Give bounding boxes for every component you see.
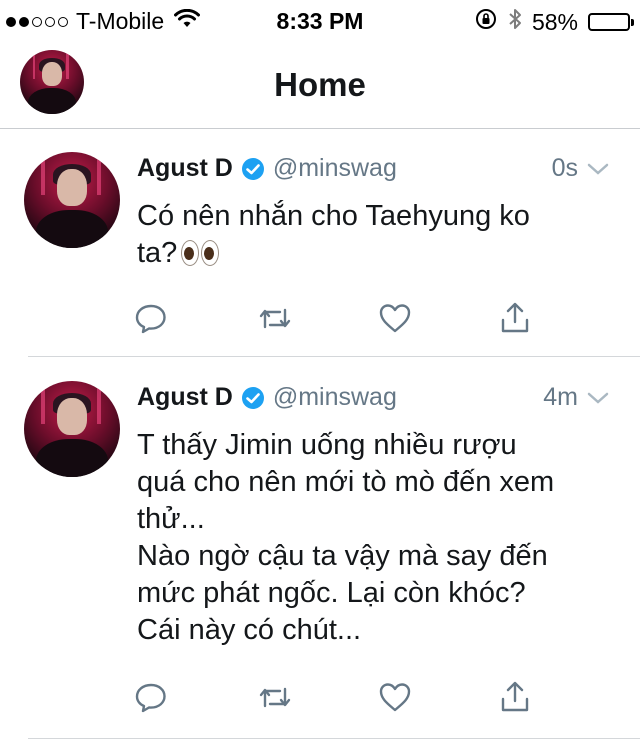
profile-avatar-button[interactable] xyxy=(20,50,84,114)
bluetooth-icon xyxy=(508,7,522,37)
signal-strength-icon xyxy=(6,16,68,27)
orientation-lock-icon xyxy=(474,7,498,37)
tweet-timestamp: 0s xyxy=(551,154,578,182)
tweet-avatar[interactable] xyxy=(24,152,120,248)
tweet[interactable]: Agust D @minswag 4m T thấy Jimin uống nh… xyxy=(0,357,640,737)
home-header: Home xyxy=(0,40,640,129)
tweet-text-line: quá cho nên mới tò mò đến xem xyxy=(137,466,555,498)
share-icon[interactable] xyxy=(497,679,533,715)
reply-icon[interactable] xyxy=(133,300,169,336)
status-bar: T-Mobile 8:33 PM 58% xyxy=(0,0,640,40)
reply-icon[interactable] xyxy=(133,679,169,715)
author-handle[interactable]: @minswag xyxy=(273,383,397,412)
tweet-text-line: Nào ngờ cậu ta vậy mà say đến xyxy=(137,540,548,572)
tweet-text-line: ta? xyxy=(137,235,600,272)
retweet-icon[interactable] xyxy=(257,679,293,715)
tweet-text-line: mức phát ngốc. Lại còn khóc? xyxy=(137,577,526,609)
wifi-icon xyxy=(174,8,201,35)
tweet-text: T thấy Jimin uống nhiều rượu quá cho nên… xyxy=(137,427,600,649)
page-title: Home xyxy=(274,66,366,103)
carrier-label: T-Mobile xyxy=(76,8,165,34)
verified-icon xyxy=(241,157,265,181)
tweet-actions xyxy=(133,300,543,340)
like-icon[interactable] xyxy=(377,300,413,336)
author-handle[interactable]: @minswag xyxy=(273,154,397,183)
chevron-down-icon[interactable] xyxy=(586,390,610,406)
verified-icon xyxy=(241,386,265,410)
tweet-text-line: T thấy Jimin uống nhiều rượu xyxy=(137,429,517,461)
author-name[interactable]: Agust D xyxy=(137,154,233,183)
tweet[interactable]: Agust D @minswag 0s Có nên nhắn cho Taeh… xyxy=(0,128,640,356)
tweet-avatar[interactable] xyxy=(24,381,120,477)
like-icon[interactable] xyxy=(377,679,413,715)
battery-icon xyxy=(588,13,634,31)
divider xyxy=(28,738,640,739)
tweet-timestamp: 4m xyxy=(543,383,578,411)
tweet-text-line: thử... xyxy=(137,503,205,535)
tweet-text-line: Cái này có chút... xyxy=(137,614,362,646)
share-icon[interactable] xyxy=(497,300,533,336)
tweet-text-line: Có nên nhắn cho Taehyung ko xyxy=(137,200,530,232)
tweet-actions xyxy=(133,679,543,719)
eyes-emoji xyxy=(181,240,221,268)
battery-percent: 58% xyxy=(531,8,578,35)
retweet-icon[interactable] xyxy=(257,300,293,336)
chevron-down-icon[interactable] xyxy=(586,161,610,177)
author-name[interactable]: Agust D xyxy=(137,383,233,412)
tweet-text: Có nên nhắn cho Taehyung ko ta? xyxy=(137,198,600,272)
